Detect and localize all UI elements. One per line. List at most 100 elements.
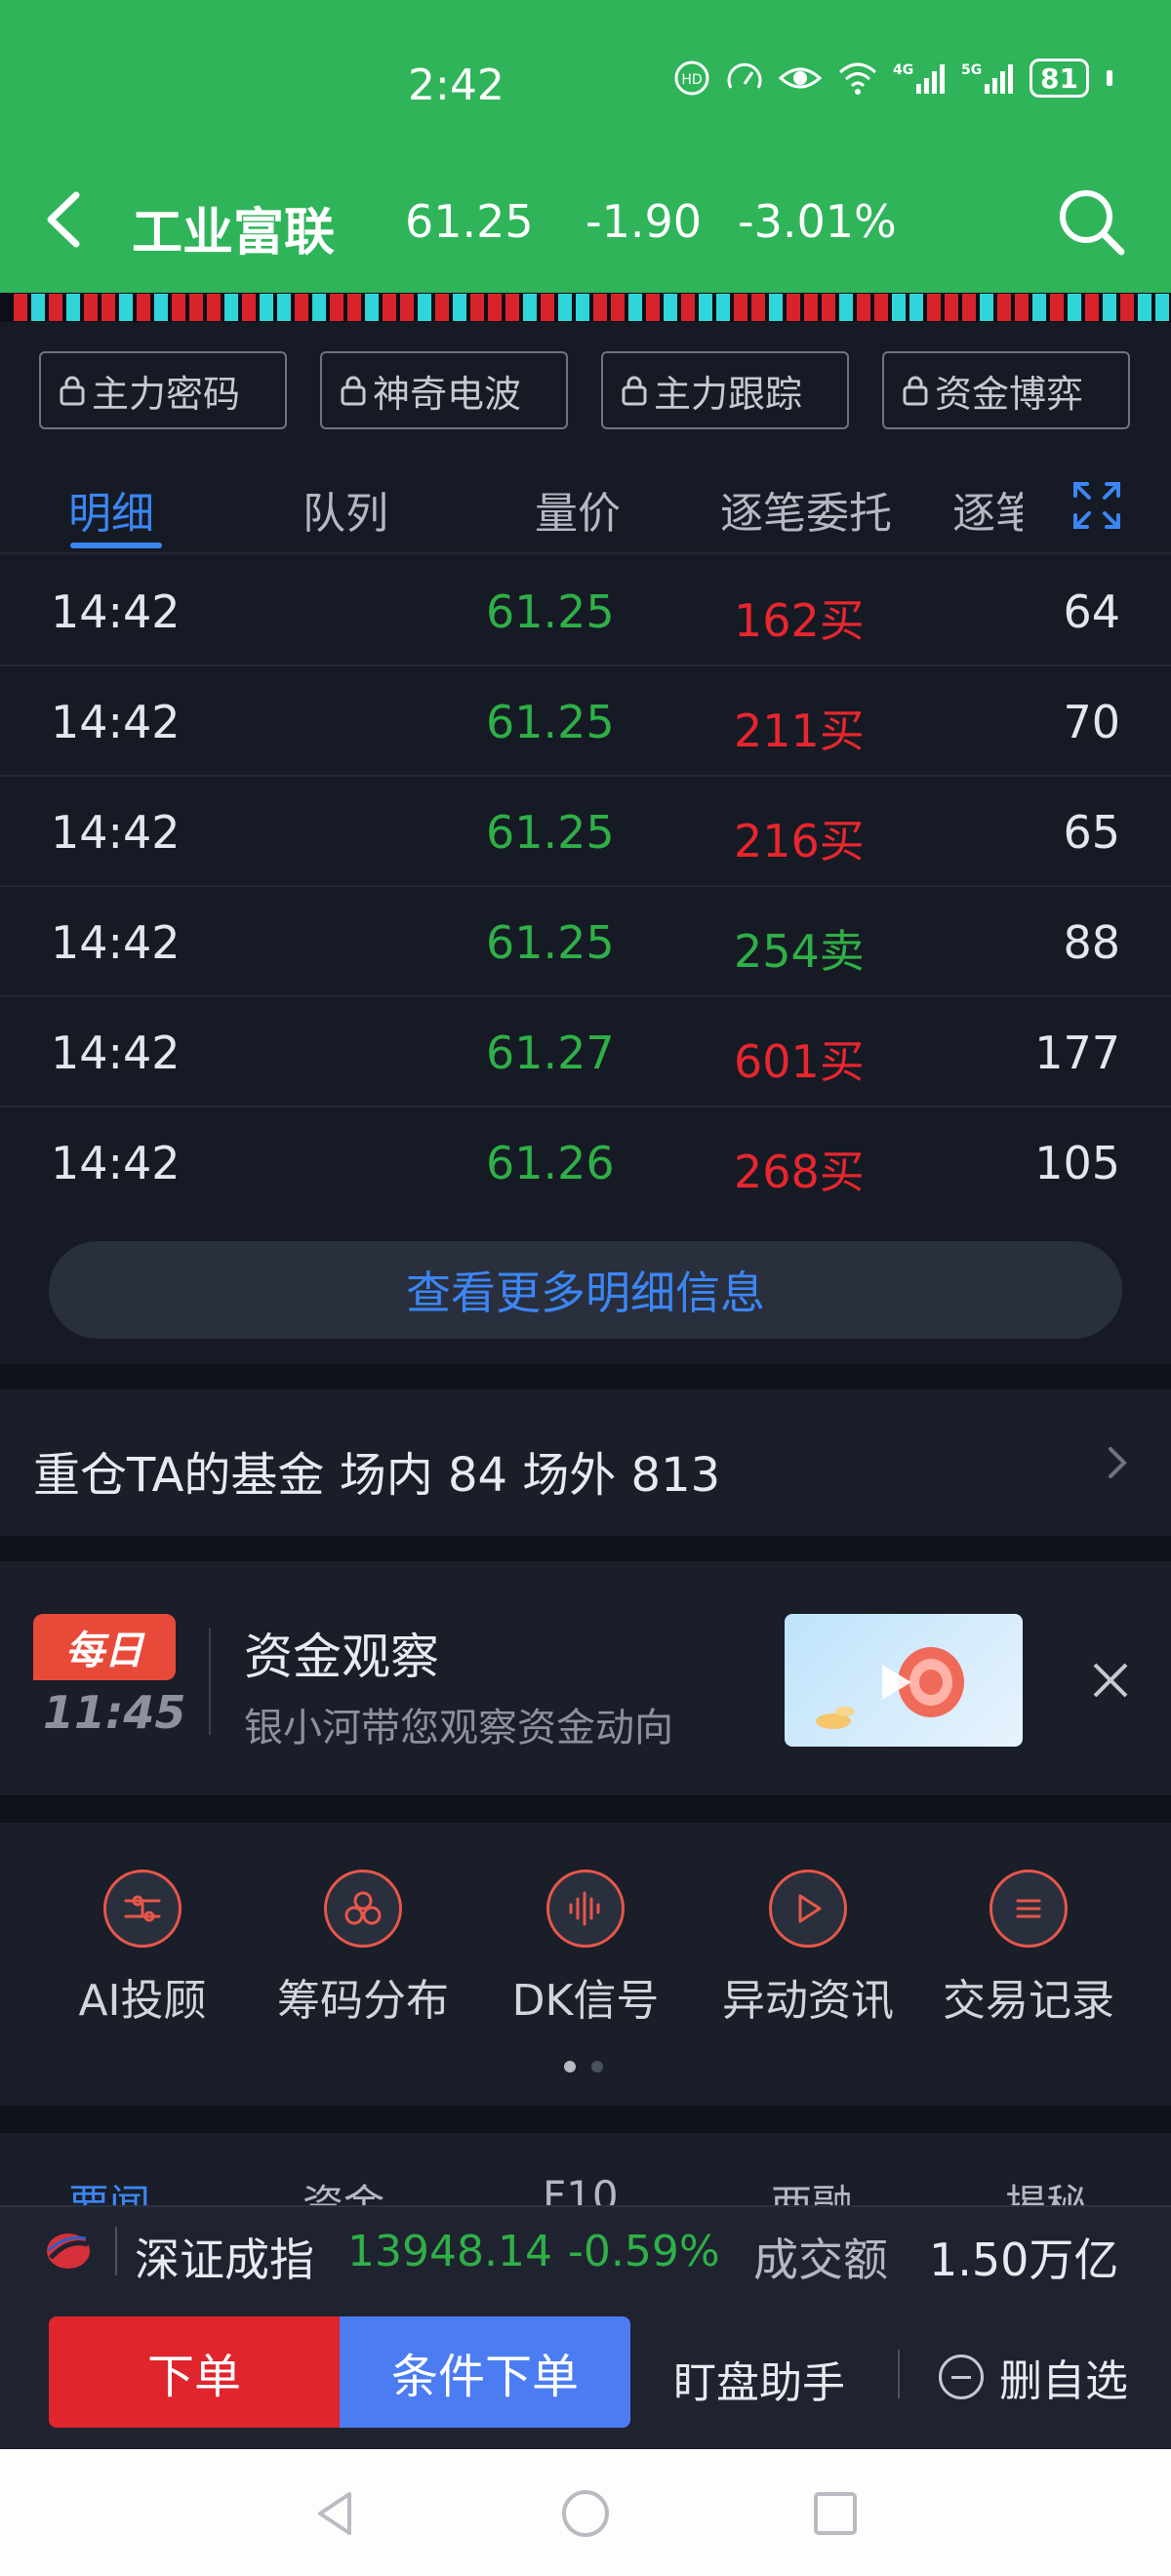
tick-block bbox=[137, 294, 150, 321]
tick-block bbox=[435, 294, 449, 321]
tick-block bbox=[997, 294, 1011, 321]
tick-block bbox=[593, 294, 607, 321]
table-row: 14:42 61.25 216买 65 bbox=[0, 777, 1171, 887]
chip-label: 神奇电波 bbox=[373, 372, 522, 416]
tab-detail[interactable]: 明细 bbox=[68, 478, 154, 541]
trade-price: 61.25 bbox=[486, 696, 615, 748]
tool-chip-distribution[interactable]: 筹码分布 bbox=[256, 1870, 470, 2028]
tick-block bbox=[400, 294, 414, 321]
tick-block bbox=[787, 294, 800, 321]
tab-margin[interactable]: 两融 bbox=[771, 2172, 853, 2205]
tick-block bbox=[189, 294, 203, 321]
index-ticker-bar[interactable]: 深证成指 13948.14 -0.59% 成交额 1.50万亿 bbox=[0, 2205, 1171, 2293]
tick-block bbox=[980, 294, 993, 321]
daily-time: 11:45 bbox=[43, 1686, 186, 1739]
watch-helper-button[interactable]: 盯盘助手 bbox=[673, 2348, 845, 2410]
tab-news[interactable]: 要闻 bbox=[68, 2172, 150, 2205]
tick-block bbox=[541, 294, 554, 321]
tick-block bbox=[892, 294, 906, 321]
conditional-order-button[interactable]: 条件下单 bbox=[340, 2316, 630, 2428]
tab-reveal[interactable]: 揭秘 bbox=[1005, 2172, 1087, 2205]
speed-icon bbox=[727, 62, 762, 89]
tool-label: 交易记录 bbox=[943, 1976, 1114, 2026]
trade-price: 61.26 bbox=[486, 1137, 615, 1189]
divider bbox=[0, 2106, 1171, 2133]
divider bbox=[115, 2227, 117, 2275]
index-change-pct: -0.59% bbox=[568, 2227, 720, 2276]
fund-holdings-row[interactable]: 重仓TA的基金 场内 84 场外 813 bbox=[0, 1389, 1171, 1536]
search-icon[interactable] bbox=[1055, 185, 1127, 258]
stock-price: 61.25 bbox=[405, 195, 534, 248]
tick-block bbox=[804, 294, 818, 321]
tool-abnormal-news[interactable]: 异动资讯 bbox=[701, 1870, 915, 2028]
tab-order-by-order[interactable]: 逐笔委托 bbox=[720, 478, 892, 541]
back-icon[interactable] bbox=[39, 185, 88, 254]
chip-main-code[interactable]: 主力密码 bbox=[39, 351, 287, 429]
signal-5g-icon: 5G bbox=[961, 62, 1014, 94]
tick-block bbox=[1085, 294, 1099, 321]
stock-change: -1.90 bbox=[586, 195, 703, 248]
hd-icon: HD bbox=[674, 60, 709, 96]
place-order-button[interactable]: 下单 bbox=[49, 2316, 340, 2428]
nav-back-icon[interactable] bbox=[306, 2484, 365, 2543]
tab-f10[interactable]: F10 bbox=[543, 2172, 619, 2205]
video-thumbnail[interactable] bbox=[785, 1614, 1023, 1747]
tab-queue[interactable]: 队列 bbox=[303, 478, 388, 541]
lock-icon bbox=[341, 376, 366, 406]
trade-volume: 254卖 bbox=[734, 925, 865, 978]
wifi-icon bbox=[839, 62, 877, 95]
tick-block bbox=[1015, 294, 1029, 321]
tool-trade-records[interactable]: 交易记录 bbox=[921, 1870, 1136, 2028]
nav-home-icon[interactable] bbox=[556, 2484, 615, 2543]
tab-volume-price[interactable]: 量价 bbox=[535, 478, 621, 541]
tick-block bbox=[84, 294, 98, 321]
turnover-value: 1.50万亿 bbox=[929, 2234, 1119, 2286]
index-value: 13948.14 bbox=[347, 2227, 552, 2276]
more-details-button[interactable]: 查看更多明细信息 bbox=[49, 1241, 1122, 1339]
tick-block bbox=[769, 294, 783, 321]
ai-advisor-icon bbox=[103, 1870, 182, 1948]
tick-block bbox=[558, 294, 572, 321]
tick-block bbox=[505, 294, 519, 321]
tick-block bbox=[470, 294, 484, 321]
lock-icon bbox=[903, 376, 928, 406]
tick-block bbox=[681, 294, 695, 321]
tick-block bbox=[154, 294, 168, 321]
tick-block bbox=[874, 294, 888, 321]
trade-count: 177 bbox=[1034, 1026, 1120, 1079]
play-icon bbox=[769, 1870, 847, 1948]
header-bar: 2:42 HD 4G 5G 81 工业富联 61.25 -1.90 -3.01% bbox=[0, 0, 1171, 293]
tick-block bbox=[1032, 294, 1046, 321]
tool-ai-advisor[interactable]: AI投顾 bbox=[35, 1870, 250, 2028]
stock-change-pct: -3.01% bbox=[738, 195, 897, 248]
tick-block bbox=[945, 294, 958, 321]
expand-icon[interactable] bbox=[1071, 480, 1122, 531]
trade-count: 70 bbox=[1063, 696, 1120, 748]
remove-watchlist-button[interactable]: 删自选 bbox=[939, 2346, 1128, 2408]
chip-magic-wave[interactable]: 神奇电波 bbox=[320, 351, 568, 429]
chevron-right-icon bbox=[1109, 1447, 1127, 1478]
trade-time: 14:42 bbox=[51, 585, 181, 638]
tick-block bbox=[330, 294, 343, 321]
tick-block bbox=[488, 294, 502, 321]
tick-block bbox=[260, 294, 273, 321]
tick-block bbox=[453, 294, 466, 321]
tick-block bbox=[646, 294, 660, 321]
daily-fund-card[interactable]: 每日 11:45 资金观察 银小河带您观察资金动向 bbox=[0, 1561, 1171, 1795]
trade-price: 61.27 bbox=[486, 1026, 615, 1079]
tab-funds[interactable]: 资金 bbox=[303, 2172, 384, 2205]
tool-dk-signal[interactable]: DK信号 bbox=[478, 1870, 693, 2028]
daily-badge: 每日 bbox=[33, 1614, 176, 1680]
chip-main-tracking[interactable]: 主力跟踪 bbox=[601, 351, 849, 429]
table-row: 14:42 61.25 211买 70 bbox=[0, 666, 1171, 777]
tab-tick-by-tick[interactable]: 逐笔 bbox=[952, 478, 1023, 541]
status-time: 2:42 bbox=[408, 60, 505, 110]
chip-fund-game[interactable]: 资金博弈 bbox=[882, 351, 1130, 429]
divider bbox=[209, 1628, 211, 1735]
tick-strip bbox=[0, 293, 1171, 322]
nav-recents-icon[interactable] bbox=[806, 2484, 865, 2543]
tick-block bbox=[119, 294, 133, 321]
tick-block bbox=[66, 294, 80, 321]
close-icon[interactable] bbox=[1089, 1659, 1132, 1702]
tick-block bbox=[628, 294, 642, 321]
